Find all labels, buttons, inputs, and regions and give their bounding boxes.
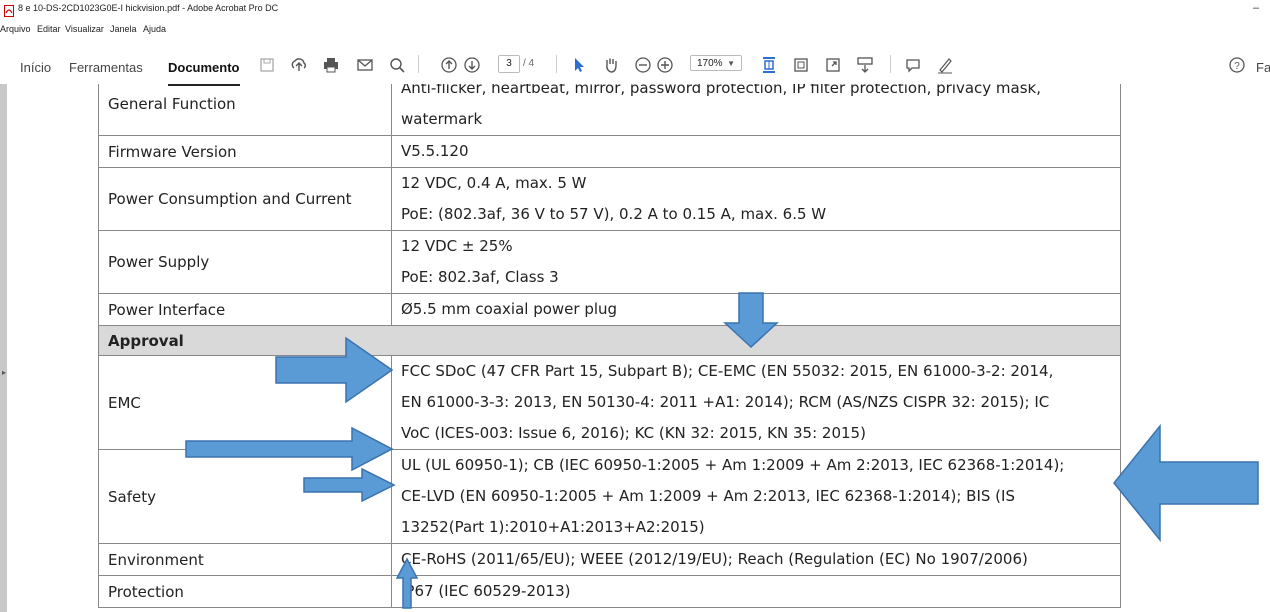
- spec-value-line: 13252(Part 1):2010+A1:2013+A2:2015): [401, 518, 705, 536]
- toolbar-cutoff-label[interactable]: Fa: [1256, 60, 1270, 75]
- spec-value-line: UL (UL 60950-1); CB (IEC 60950-1:2005 + …: [401, 456, 1065, 474]
- spec-value-line: 12 VDC, 0.4 A, max. 5 W: [401, 174, 587, 192]
- table-row: General Function Anti-flicker, heartbeat,…: [98, 84, 1121, 136]
- tab-ferramentas[interactable]: Ferramentas: [69, 60, 143, 75]
- spec-value-line: EN 61000-3-3: 2013, EN 50130-4: 2011 +A1…: [401, 393, 1050, 411]
- spec-value-line: watermark: [401, 110, 483, 128]
- spec-value-line: Anti-flicker, heartbeat, mirror, passwor…: [401, 84, 1042, 97]
- spec-label: Power Interface: [98, 293, 392, 326]
- spec-value-line: 12 VDC ± 25%: [401, 237, 513, 255]
- page-down-icon[interactable]: [463, 56, 481, 74]
- table-row: EMC FCC SDoC (47 CFR Part 15, Subpart B);…: [98, 355, 1121, 450]
- spec-value: Anti-flicker, heartbeat, mirror, passwor…: [391, 84, 1121, 136]
- comment-icon[interactable]: [904, 56, 922, 74]
- table-row: Safety UL (UL 60950-1); CB (IEC 60950-1:2…: [98, 449, 1121, 544]
- page-total: / 4: [523, 58, 535, 69]
- fullscreen-icon[interactable]: [824, 56, 842, 74]
- spec-value-line: V5.5.120: [401, 142, 469, 160]
- upload-icon[interactable]: [290, 56, 308, 74]
- table-row: Power Supply 12 VDC ± 25% PoE: 802.3af, Cl…: [98, 230, 1121, 294]
- spec-value-line: CE-RoHS (2011/65/EU); WEEE (2012/19/EU);…: [401, 550, 1028, 568]
- toolbar-separator: [890, 55, 891, 73]
- print-icon[interactable]: [322, 56, 340, 74]
- hand-tool-icon[interactable]: [602, 56, 620, 74]
- document-view[interactable]: General Function Anti-flicker, heartbeat,…: [0, 84, 1270, 612]
- fit-page-icon[interactable]: [760, 56, 778, 74]
- email-icon[interactable]: [356, 56, 374, 74]
- spec-value-line: CE-LVD (EN 60950-1:2005 + Am 1:2009 + Am…: [401, 487, 1015, 505]
- spec-label: General Function: [98, 84, 392, 136]
- save-icon[interactable]: [258, 56, 276, 74]
- spec-value: 12 VDC ± 25% PoE: 802.3af, Class 3: [391, 230, 1121, 294]
- spec-value: Ø5.5 mm coaxial power plug: [391, 293, 1121, 326]
- menu-janela[interactable]: Janela: [110, 24, 137, 34]
- zoom-value: 170%: [697, 58, 723, 69]
- spec-label: Safety: [98, 449, 392, 544]
- title-bar: 8 e 10-DS-2CD1023G0E-I hickvision.pdf - …: [0, 0, 1270, 21]
- spec-table: General Function Anti-flicker, heartbeat,…: [98, 84, 1121, 608]
- spec-label: Protection: [98, 575, 392, 608]
- spec-value-line: Ø5.5 mm coaxial power plug: [401, 300, 618, 318]
- chevron-down-icon: ▼: [727, 59, 735, 68]
- table-row: Environment CE-RoHS (2011/65/EU); WEEE (2…: [98, 543, 1121, 576]
- table-row: Firmware Version V5.5.120: [98, 135, 1121, 168]
- spec-label: Environment: [98, 543, 392, 576]
- navigation-pane-collapsed[interactable]: ▸: [0, 84, 7, 612]
- help-icon[interactable]: ?: [1228, 56, 1246, 74]
- spec-value: V5.5.120: [391, 135, 1121, 168]
- window-title: 8 e 10-DS-2CD1023G0E-I hickvision.pdf - …: [18, 3, 279, 13]
- tab-inicio[interactable]: Início: [20, 60, 51, 75]
- zoom-in-icon[interactable]: [656, 56, 674, 74]
- menu-visualizar[interactable]: Visualizar: [65, 24, 104, 34]
- spec-label: Power Supply: [98, 230, 392, 294]
- toolbar: Início Ferramentas Documento ? Fa: [0, 46, 1270, 86]
- page-up-icon[interactable]: [440, 56, 458, 74]
- table-row: Power Consumption and Current 12 VDC, 0.4…: [98, 167, 1121, 231]
- select-pointer-icon[interactable]: [570, 56, 588, 74]
- spec-label: EMC: [98, 355, 392, 450]
- spec-value: CE-RoHS (2011/65/EU); WEEE (2012/19/EU);…: [391, 543, 1121, 576]
- svg-text:?: ?: [1234, 61, 1240, 72]
- sign-icon[interactable]: [936, 56, 954, 74]
- spec-value-line: PoE: (802.3af, 36 V to 57 V), 0.2 A to 0…: [401, 205, 827, 223]
- search-icon[interactable]: [388, 56, 406, 74]
- spec-value: IP67 (IEC 60529-2013): [391, 575, 1121, 608]
- toolbar-separator: [418, 55, 419, 73]
- scroll-mode-icon[interactable]: [856, 56, 874, 74]
- spec-value-line: VoC (ICES-003: Issue 6, 2016); KC (KN 32…: [401, 424, 866, 442]
- spec-label: Firmware Version: [98, 135, 392, 168]
- table-row: Protection IP67 (IEC 60529-2013): [98, 575, 1121, 608]
- menu-ajuda[interactable]: Ajuda: [143, 24, 166, 34]
- menu-editar[interactable]: Editar: [37, 24, 61, 34]
- spec-value-line: IP67 (IEC 60529-2013): [401, 582, 571, 600]
- section-row: Approval: [98, 325, 1121, 356]
- spec-value: UL (UL 60950-1); CB (IEC 60950-1:2005 + …: [391, 449, 1121, 544]
- zoom-out-icon[interactable]: [634, 56, 652, 74]
- menu-arquivo[interactable]: Arquivo: [0, 24, 31, 34]
- table-row: Power Interface Ø5.5 mm coaxial power plu…: [98, 293, 1121, 326]
- spec-label: Power Consumption and Current: [98, 167, 392, 231]
- spec-value: 12 VDC, 0.4 A, max. 5 W PoE: (802.3af, 36…: [391, 167, 1121, 231]
- page-number-input[interactable]: 3: [498, 55, 520, 73]
- tab-documento[interactable]: Documento: [168, 60, 240, 86]
- zoom-select[interactable]: 170% ▼: [690, 55, 742, 71]
- spec-value: FCC SDoC (47 CFR Part 15, Subpart B); CE…: [391, 355, 1121, 450]
- minimize-button[interactable]: –: [1253, 2, 1259, 14]
- spec-value-line: FCC SDoC (47 CFR Part 15, Subpart B); CE…: [401, 362, 1054, 380]
- page-view-icon[interactable]: [792, 56, 810, 74]
- toolbar-separator: [556, 55, 557, 73]
- pdf-file-icon: [4, 4, 14, 17]
- expand-panel-icon[interactable]: ▸: [2, 368, 6, 377]
- spec-value-line: PoE: 802.3af, Class 3: [401, 268, 559, 286]
- section-heading: Approval: [98, 325, 1121, 356]
